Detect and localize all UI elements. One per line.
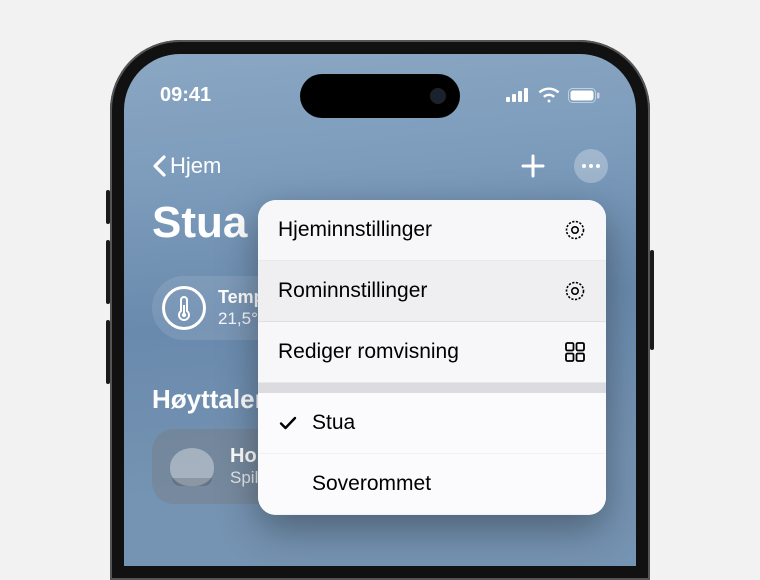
menu-room-soverommet[interactable]: Soverommet: [258, 454, 606, 515]
menu-separator: [258, 383, 606, 393]
menu-room-label: Soverommet: [312, 472, 431, 496]
volume-down-button: [106, 320, 110, 384]
menu-item-label: Hjeminnstillinger: [278, 218, 432, 242]
power-button: [650, 250, 654, 350]
thermometer-icon: [162, 286, 206, 330]
gear-icon: [564, 219, 586, 241]
battery-icon: [568, 88, 600, 103]
wifi-icon: [538, 87, 560, 103]
grid-icon: [564, 341, 586, 363]
menu-edit-view[interactable]: Rediger romvisning: [258, 322, 606, 383]
context-menu: Hjeminnstillinger Rominnstillinger Redig…: [258, 200, 606, 515]
side-button: [106, 190, 110, 224]
nav-bar: Hjem: [152, 144, 608, 188]
add-button[interactable]: [516, 149, 550, 183]
ellipsis-icon: [582, 164, 586, 168]
cellular-icon: [506, 88, 530, 102]
menu-room-stua[interactable]: Stua: [258, 393, 606, 454]
menu-home-settings[interactable]: Hjeminnstillinger: [258, 200, 606, 261]
menu-room-label: Stua: [312, 411, 355, 435]
status-bar: 09:41: [124, 80, 636, 110]
status-time: 09:41: [160, 84, 211, 107]
back-label: Hjem: [170, 153, 221, 179]
phone-frame: 09:41 Hjem: [110, 40, 650, 580]
back-button[interactable]: Hjem: [152, 153, 221, 179]
volume-up-button: [106, 240, 110, 304]
menu-item-label: Rominnstillinger: [278, 279, 427, 303]
checkmark-icon: [278, 415, 298, 431]
menu-item-label: Rediger romvisning: [278, 340, 459, 364]
screen: 09:41 Hjem: [124, 54, 636, 566]
menu-room-settings[interactable]: Rominnstillinger: [258, 261, 606, 322]
plus-icon: [520, 153, 546, 179]
homepod-icon: [170, 448, 214, 486]
chevron-left-icon: [152, 155, 166, 177]
more-button[interactable]: [574, 149, 608, 183]
gear-icon: [564, 280, 586, 302]
